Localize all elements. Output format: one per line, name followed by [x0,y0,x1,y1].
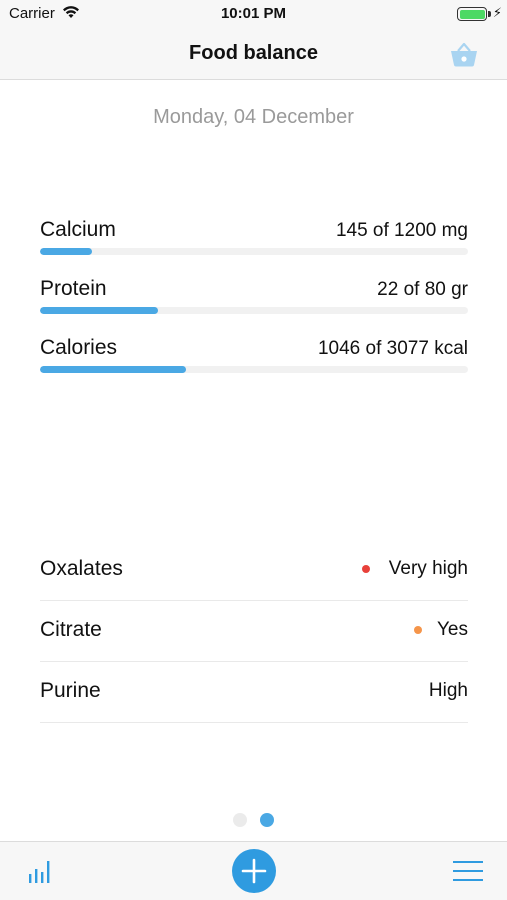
charging-bolt-icon: ⚡︎ [492,5,502,20]
page-title: Food balance [189,42,318,64]
progress-track [40,248,468,255]
property-row-citrate[interactable]: Citrate Yes [40,602,468,662]
add-button[interactable] [232,849,276,893]
property-row-purine[interactable]: Purine High [40,663,468,723]
progress-fill [40,366,186,373]
progress-fill [40,248,92,255]
progress-fill [40,307,158,314]
nutrient-label: Calories [40,336,118,359]
property-value: Very high [388,558,468,579]
current-date: Monday, 04 December [153,106,354,128]
property-label: Citrate [40,618,102,641]
property-value: Yes [437,619,468,640]
nutrient-protein: Protein 22 of 80 gr [40,277,468,327]
battery-nub [488,11,491,17]
nutrient-amount: 145 of 1200 mg [335,220,468,241]
property-label: Oxalates [40,557,123,580]
basket-icon[interactable] [449,40,479,68]
page-dot-1[interactable] [233,813,247,827]
plus-icon [241,858,267,884]
nutrient-label: Calcium [40,218,116,241]
status-bar: Carrier 10:01 PM ⚡︎ [0,0,507,28]
nutrient-calories: Calories 1046 of 3077 kcal [40,336,468,386]
page-dot-2[interactable] [260,813,274,827]
property-label: Purine [40,679,101,702]
progress-track [40,366,468,373]
status-dot-icon [362,565,370,573]
hamburger-menu-icon[interactable] [453,859,483,883]
battery-icon [457,7,487,21]
status-dot-icon [414,626,422,634]
nutrient-calcium: Calcium 145 of 1200 mg [40,218,468,268]
nutrient-amount: 22 of 80 gr [377,279,468,300]
tab-bar [0,841,507,900]
nutrient-amount: 1046 of 3077 kcal [317,338,468,359]
property-row-oxalates[interactable]: Oxalates Very high [40,541,468,601]
property-value: High [428,680,468,701]
nutrient-label: Protein [40,277,107,300]
status-time: 10:01 PM [220,5,287,22]
bar-chart-icon[interactable] [28,858,54,884]
progress-track [40,307,468,314]
nav-bar: Food balance [0,28,507,80]
